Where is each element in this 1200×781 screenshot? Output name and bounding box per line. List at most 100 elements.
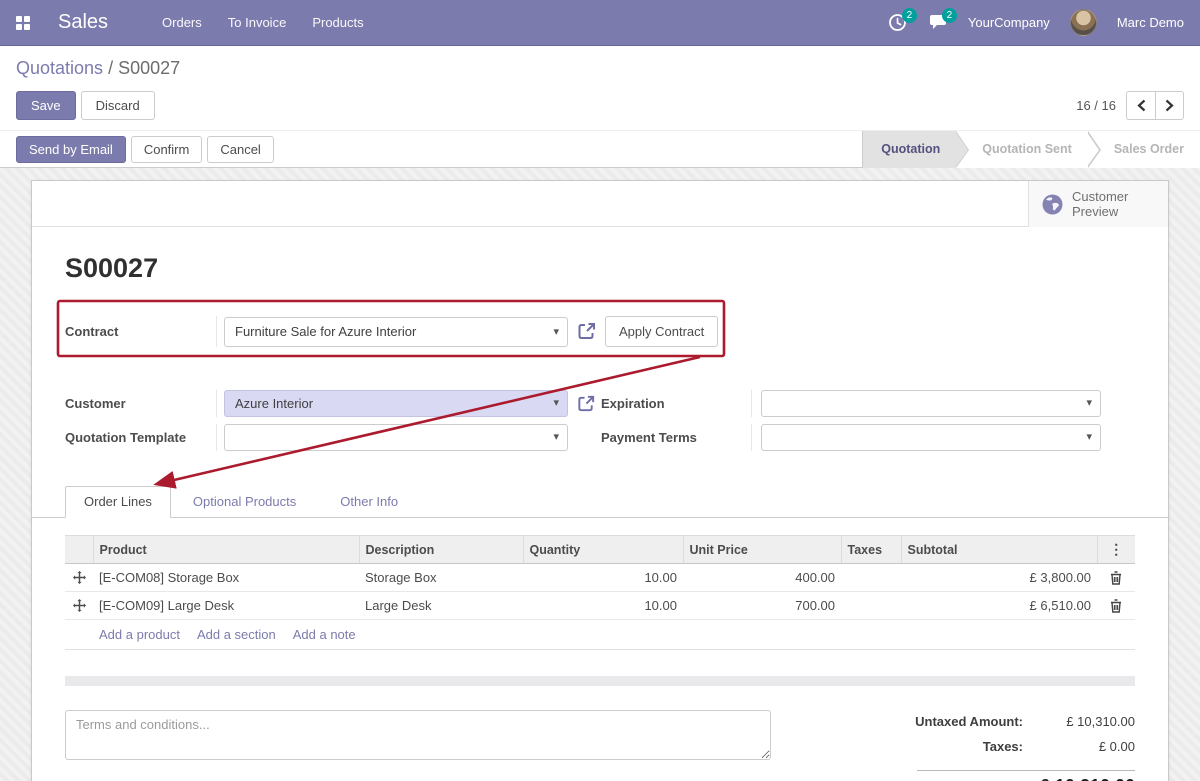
drag-handle[interactable] [65, 563, 93, 592]
caret-down-icon: ▾ [1086, 397, 1092, 409]
field-group: Customer Azure Interior ▾ Expiration ▾ Q… [65, 390, 1135, 451]
optional-columns-header[interactable]: ⋮ [1097, 535, 1135, 564]
move-icon [72, 599, 86, 612]
description-column-header[interactable]: Description [359, 535, 524, 564]
top-navbar: Sales Orders To Invoice Products 2 2 You… [0, 0, 1200, 46]
subtotal-column-header[interactable]: Subtotal [901, 535, 1098, 564]
taxes-column-header[interactable]: Taxes [841, 535, 902, 564]
control-panel: Quotations / S00027 Save Discard 16 / 16 [0, 46, 1200, 130]
expiration-label: Expiration [601, 396, 665, 411]
add-a-section-link[interactable]: Add a section [197, 627, 276, 642]
unit-price-cell[interactable]: 400.00 [683, 563, 841, 592]
delete-row-button[interactable] [1097, 563, 1135, 592]
add-a-product-link[interactable]: Add a product [99, 627, 180, 642]
chevron-left-icon [1136, 99, 1145, 112]
delete-row-button[interactable] [1097, 591, 1135, 620]
tab-order-lines[interactable]: Order Lines [65, 486, 171, 518]
order-lines-table: Product Description Quantity Unit Price … [65, 535, 1135, 620]
taxes-label: Taxes: [982, 739, 1023, 754]
customer-preview-button[interactable]: Customer Preview [1028, 181, 1168, 227]
chevron-right-icon [1165, 99, 1174, 112]
tab-optional-products[interactable]: Optional Products [171, 487, 318, 517]
form-background: Customer Preview S00027 Contract Furnitu… [0, 168, 1200, 781]
user-avatar[interactable] [1069, 9, 1097, 36]
messages-menu-button[interactable]: 2 [928, 7, 957, 33]
table-header-row: Product Description Quantity Unit Price … [65, 535, 1135, 564]
customer-select[interactable]: Azure Interior ▾ [224, 390, 568, 417]
expiration-select[interactable]: ▾ [761, 390, 1101, 417]
drag-handle[interactable] [65, 591, 93, 620]
terms-and-conditions-textarea[interactable] [65, 710, 771, 760]
trash-icon [1111, 570, 1121, 585]
external-link-icon[interactable] [576, 321, 597, 342]
unit-price-cell[interactable]: 700.00 [683, 591, 841, 620]
apps-grid-icon [16, 15, 30, 30]
trash-icon [1111, 598, 1121, 613]
tab-other-info[interactable]: Other Info [318, 487, 420, 517]
taxes-value: £ 0.00 [1098, 739, 1135, 754]
menu-products[interactable]: Products [312, 15, 363, 30]
description-cell[interactable]: Storage Box [359, 563, 523, 592]
activity-badge: 2 [901, 7, 917, 23]
horizontal-scrollbar-track[interactable] [65, 676, 1135, 686]
product-cell[interactable]: [E-COM08] Storage Box [93, 563, 359, 592]
totals-divider [917, 770, 1135, 771]
total-value: £ 10,310.00 [1023, 776, 1135, 781]
customer-preview-label: Customer Preview [1072, 189, 1129, 219]
table-row[interactable]: [E-COM09] Large Desk Large Desk 10.00 70… [65, 591, 1135, 620]
menu-orders[interactable]: Orders [162, 15, 202, 30]
messages-badge: 2 [941, 7, 957, 23]
subtotal-cell: £ 3,800.00 [901, 563, 1097, 592]
discard-button[interactable]: Discard [80, 91, 155, 120]
product-cell[interactable]: [E-COM09] Large Desk [93, 591, 359, 620]
quantity-cell[interactable]: 10.00 [523, 563, 683, 592]
cancel-button[interactable]: Cancel [207, 135, 274, 163]
contract-field-row: Contract Furniture Sale for Azure Interi… [65, 316, 1168, 347]
taxes-cell[interactable] [841, 591, 901, 620]
pager-next-button[interactable] [1155, 91, 1184, 120]
send-by-email-button[interactable]: Send by Email [16, 135, 126, 163]
form-sheet: Customer Preview S00027 Contract Furnitu… [31, 180, 1169, 781]
quantity-column-header[interactable]: Quantity [523, 535, 684, 564]
kebab-menu-icon[interactable]: ⋮ [1109, 541, 1123, 557]
untaxed-amount-label: Untaxed Amount: [915, 714, 1023, 729]
contract-select[interactable]: Furniture Sale for Azure Interior ▾ [224, 316, 568, 347]
record-title: S00027 [65, 253, 159, 283]
notebook-tabs: Order Lines Optional Products Other Info [32, 486, 1168, 518]
untaxed-amount-value: £ 10,310.00 [1066, 714, 1135, 729]
menu-to-invoice[interactable]: To Invoice [228, 15, 287, 30]
description-cell[interactable]: Large Desk [359, 591, 523, 620]
button-box: Customer Preview [32, 181, 1168, 227]
external-link-icon[interactable] [576, 394, 596, 414]
customer-label: Customer [65, 396, 126, 411]
save-button[interactable]: Save [16, 91, 76, 120]
status-step-sales-order[interactable]: Sales Order [1087, 130, 1200, 168]
quantity-cell[interactable]: 10.00 [523, 591, 683, 620]
app-brand[interactable]: Sales [58, 11, 108, 34]
add-a-note-link[interactable]: Add a note [293, 627, 356, 642]
company-switcher[interactable]: YourCompany [968, 15, 1050, 30]
product-column-header[interactable]: Product [93, 535, 360, 564]
apply-contract-button[interactable]: Apply Contract [605, 316, 719, 347]
breadcrumb-separator: / [103, 58, 119, 78]
apps-menu-button[interactable] [0, 0, 46, 46]
unit-price-column-header[interactable]: Unit Price [683, 535, 842, 564]
quotation-template-select[interactable]: ▾ [224, 424, 568, 451]
status-step-quotation[interactable]: Quotation [863, 130, 970, 168]
globe-icon [1042, 194, 1063, 214]
user-menu[interactable]: Marc Demo [1117, 15, 1184, 30]
payment-terms-select[interactable]: ▾ [761, 424, 1101, 451]
status-step-quotation-sent[interactable]: Quotation Sent [956, 130, 1101, 168]
breadcrumb-current: S00027 [118, 58, 181, 78]
taxes-cell[interactable] [841, 563, 901, 592]
caret-down-icon: ▾ [1086, 431, 1092, 443]
breadcrumb-quotations-link[interactable]: Quotations [16, 58, 103, 78]
pager-previous-button[interactable] [1126, 91, 1155, 120]
quotation-template-label: Quotation Template [65, 430, 187, 445]
payment-terms-label: Payment Terms [601, 430, 697, 445]
caret-down-icon: ▾ [553, 325, 559, 338]
totals-summary: Untaxed Amount: £ 10,310.00 Taxes: £ 0.0… [835, 710, 1135, 781]
confirm-button[interactable]: Confirm [130, 135, 203, 163]
table-row[interactable]: [E-COM08] Storage Box Storage Box 10.00 … [65, 563, 1135, 592]
activity-menu-button[interactable]: 2 [888, 7, 917, 33]
